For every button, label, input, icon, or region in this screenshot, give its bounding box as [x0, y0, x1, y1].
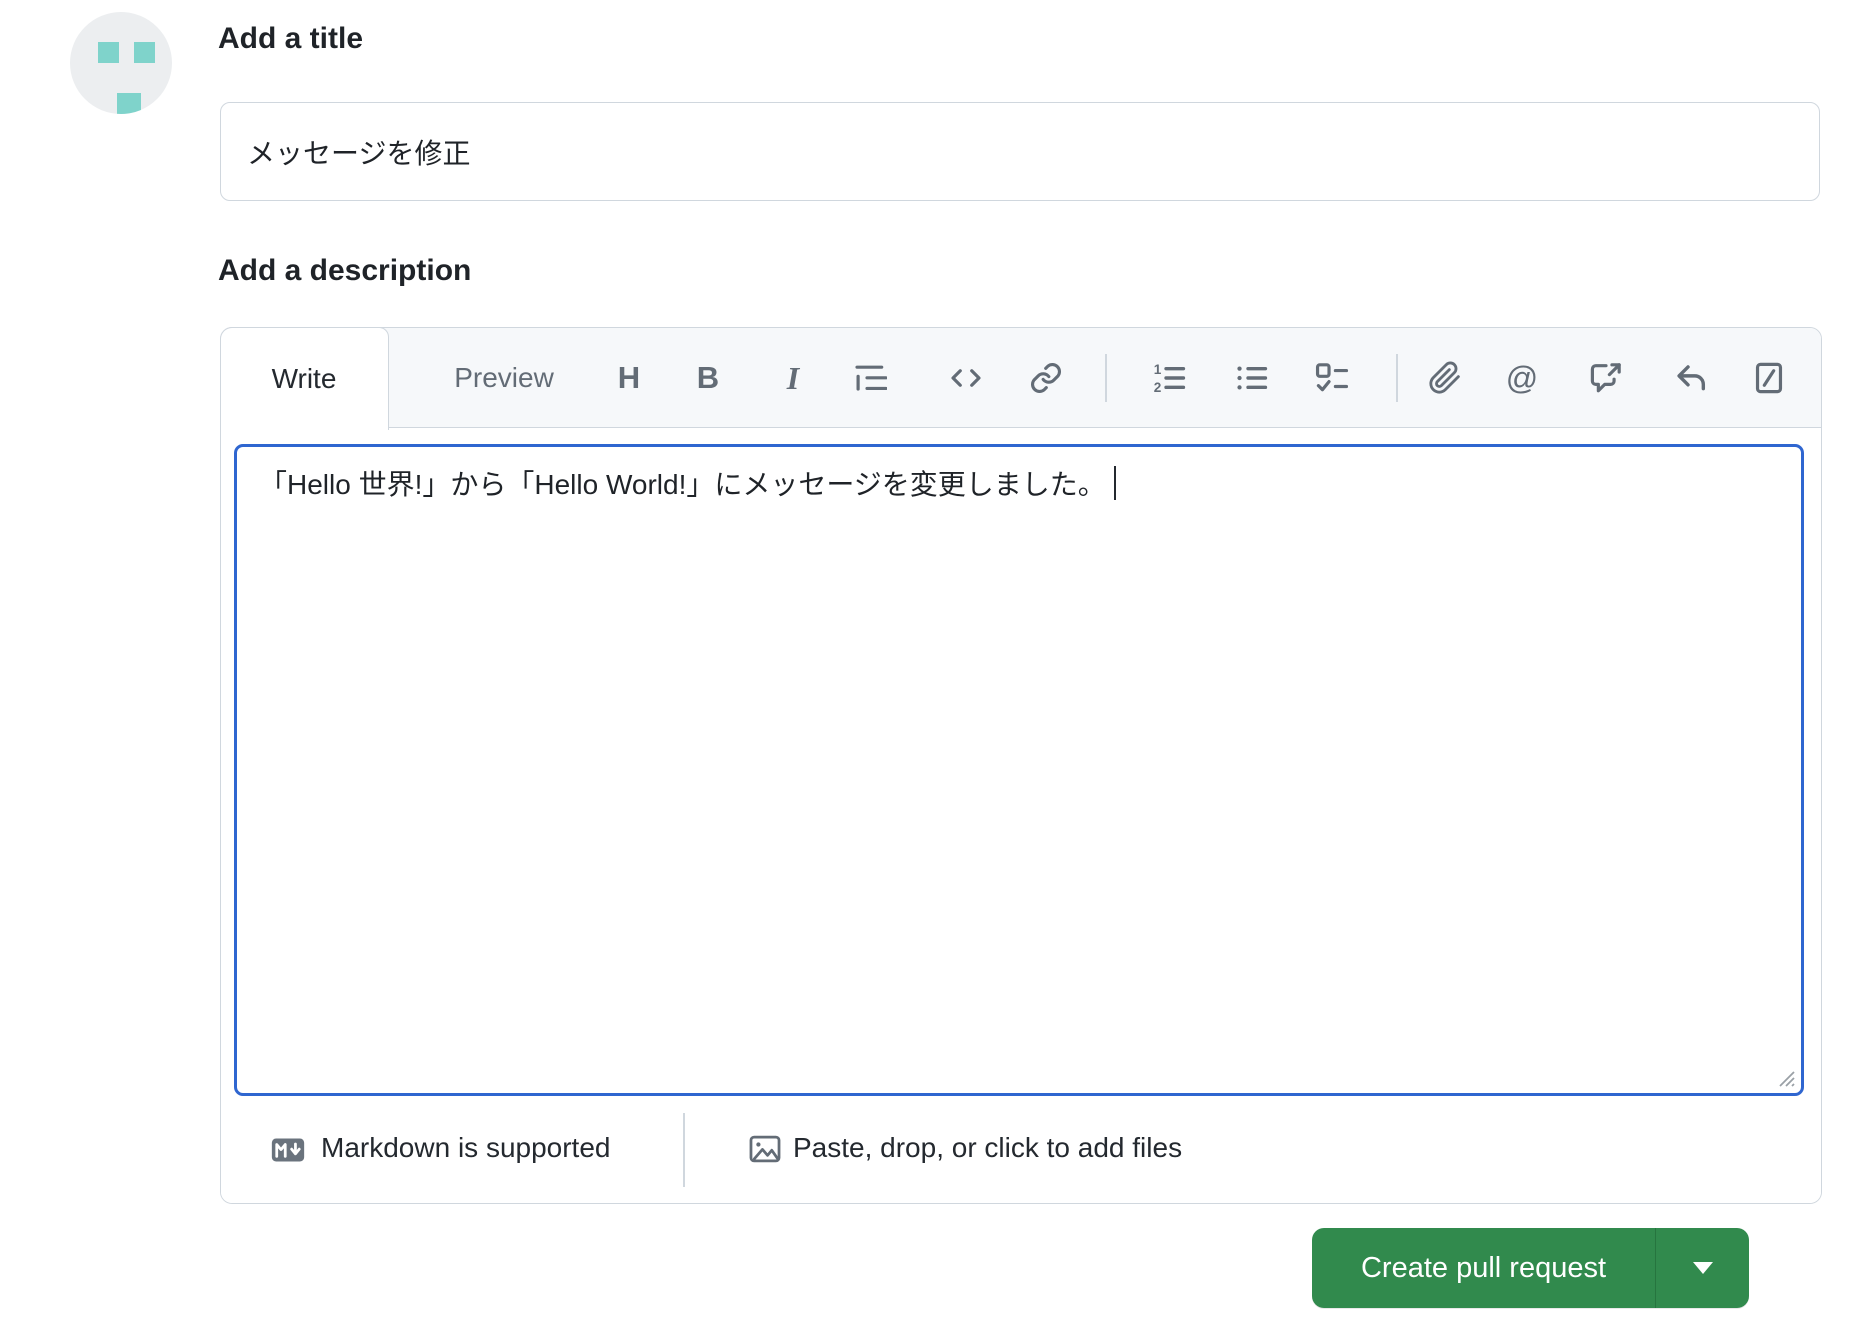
bullet-list-icon[interactable]: [1228, 355, 1274, 401]
heading-icon[interactable]: H: [606, 355, 652, 401]
chevron-down-icon: [1692, 1262, 1713, 1274]
editor-tab-bar: Preview H B I 1 2 @: [221, 328, 1821, 428]
avatar: [70, 12, 172, 114]
tab-write[interactable]: Write: [219, 326, 389, 430]
resize-grip-icon[interactable]: [1772, 1064, 1796, 1088]
description-editor: Preview H B I 1 2 @ Write 「Hello 世界!」から「…: [219, 326, 1822, 1204]
text-caret: [1113, 466, 1117, 500]
add-title-heading: Add a title: [218, 22, 364, 55]
create-pull-request-button-group: Create pull request: [1312, 1228, 1749, 1308]
identicon-square: [98, 42, 119, 63]
quote-icon[interactable]: [847, 355, 893, 401]
slash-commands-icon[interactable]: [1746, 355, 1792, 401]
markdown-supported-link[interactable]: Markdown is supported: [321, 1132, 610, 1164]
cross-reference-icon[interactable]: [1583, 355, 1629, 401]
identicon-square: [117, 93, 141, 114]
editor-footer: Markdown is supported Paste, drop, or cl…: [221, 1100, 1821, 1203]
create-pull-request-dropdown[interactable]: [1655, 1228, 1749, 1308]
svg-text:2: 2: [1154, 380, 1162, 395]
link-icon[interactable]: [1023, 355, 1069, 401]
attach-file-icon[interactable]: [1422, 355, 1468, 401]
code-icon[interactable]: [943, 355, 989, 401]
tab-preview[interactable]: Preview: [411, 328, 597, 428]
toolbar-divider: [1105, 354, 1107, 402]
identicon-square: [134, 42, 155, 63]
image-icon: [749, 1135, 781, 1163]
svg-text:1: 1: [1154, 362, 1162, 377]
footer-divider: [683, 1113, 685, 1187]
markdown-icon: [271, 1138, 305, 1162]
create-pull-request-button[interactable]: Create pull request: [1312, 1228, 1655, 1308]
add-description-heading: Add a description: [218, 254, 472, 287]
description-text: 「Hello 世界!」から「Hello World!」にメッセージを変更しました…: [259, 469, 1106, 500]
bold-icon[interactable]: B: [685, 355, 731, 401]
title-input[interactable]: [220, 102, 1820, 201]
mention-icon[interactable]: @: [1499, 355, 1545, 401]
attach-files-button[interactable]: Paste, drop, or click to add files: [793, 1132, 1182, 1164]
toolbar-divider: [1396, 354, 1398, 402]
description-textarea[interactable]: 「Hello 世界!」から「Hello World!」にメッセージを変更しました…: [234, 444, 1804, 1096]
italic-icon[interactable]: I: [770, 355, 816, 401]
task-list-icon[interactable]: [1309, 355, 1355, 401]
numbered-list-icon[interactable]: 1 2: [1146, 355, 1192, 401]
saved-reply-icon[interactable]: [1668, 355, 1714, 401]
